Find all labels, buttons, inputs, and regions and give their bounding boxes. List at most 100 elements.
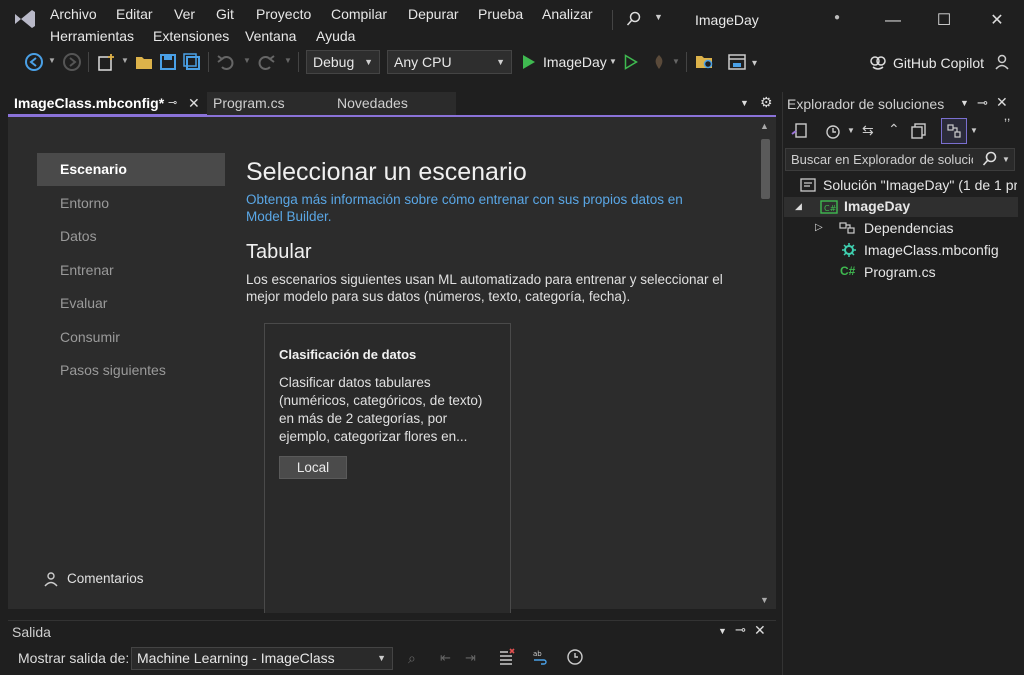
copilot-button[interactable]: GitHub Copilot [893, 55, 984, 71]
search-icon[interactable] [626, 11, 642, 27]
close-window-button[interactable]: ✕ [982, 8, 1012, 34]
more-options-icon[interactable]: ʼʼ [1004, 116, 1010, 132]
panel-options-icon[interactable]: ▼ [960, 98, 969, 108]
tree-program-cs[interactable]: Program.cs [864, 264, 936, 280]
new-dropdown-icon[interactable]: ▼ [121, 56, 129, 65]
scroll-up-icon[interactable]: ▲ [760, 121, 769, 131]
run-target-button[interactable]: ImageDay [543, 54, 607, 70]
expanded-triangle-icon[interactable]: ◢ [795, 201, 802, 212]
previous-message-icon[interactable]: ⇤ [440, 650, 451, 666]
chevron-down-icon: ▼ [364, 57, 373, 67]
configuration-select[interactable]: Debug ▼ [306, 50, 380, 74]
find-in-files-icon[interactable] [694, 52, 716, 72]
minimize-button[interactable]: — [878, 8, 908, 34]
run-target-dropdown-icon[interactable]: ▼ [609, 57, 617, 66]
close-panel-icon[interactable]: ✕ [996, 94, 1008, 111]
menu-git[interactable]: Git [216, 6, 234, 22]
tab-program-cs[interactable]: Program.cs [207, 92, 331, 116]
hot-reload-icon[interactable] [650, 53, 668, 71]
back-dropdown-icon[interactable]: ▼ [48, 56, 56, 65]
pending-dropdown-icon[interactable]: ▼ [847, 126, 855, 135]
nav-escenario[interactable]: Escenario [37, 153, 225, 186]
nav-entorno[interactable]: Entorno [37, 187, 225, 220]
layout-window-icon[interactable] [727, 52, 749, 72]
search-dropdown-icon[interactable]: ▼ [654, 12, 663, 22]
tree-dependencies[interactable]: Dependencias [864, 220, 954, 236]
menu-compilar[interactable]: Compilar [331, 6, 387, 22]
show-all-files-icon[interactable] [910, 122, 928, 140]
preview-selected-items-button[interactable] [941, 118, 967, 144]
timestamp-clock-icon[interactable] [566, 648, 584, 666]
pin-icon[interactable]: ⊸ [977, 95, 988, 111]
start-debugging-icon[interactable] [522, 54, 536, 70]
close-panel-icon[interactable]: ✕ [754, 622, 766, 639]
tree-solution[interactable]: Solución "ImageDay" (1 de 1 pr [823, 177, 1017, 193]
output-source-select[interactable]: Machine Learning - ImageClass ▼ [131, 647, 393, 670]
menu-analizar[interactable]: Analizar [542, 6, 593, 22]
copilot-icon[interactable] [869, 53, 887, 71]
redo-dropdown-icon[interactable]: ▼ [284, 56, 292, 65]
close-tab-icon[interactable]: ✕ [188, 92, 200, 114]
menu-prueba[interactable]: Prueba [478, 6, 523, 22]
menu-ventana[interactable]: Ventana [245, 28, 296, 44]
new-project-icon[interactable] [96, 52, 118, 72]
pin-icon[interactable]: ⊸ [168, 92, 177, 114]
feedback-person-icon[interactable] [994, 53, 1012, 71]
tree-project[interactable]: ImageDay [844, 198, 910, 214]
svg-text:ab: ab [533, 650, 542, 658]
pending-changes-icon[interactable] [824, 122, 842, 140]
gear-icon[interactable]: ⚙ [760, 94, 773, 111]
collapsed-triangle-icon[interactable]: ▷ [815, 222, 823, 233]
preview-dropdown-icon[interactable]: ▼ [970, 126, 978, 135]
word-wrap-icon[interactable]: ab [532, 648, 550, 666]
scrollbar-thumb[interactable] [761, 139, 770, 199]
undo-dropdown-icon[interactable]: ▼ [243, 56, 251, 65]
scroll-down-icon[interactable]: ▼ [760, 595, 769, 605]
tab-list-dropdown-icon[interactable]: ▼ [740, 98, 749, 108]
maximize-button[interactable]: ☐ [929, 8, 959, 34]
forward-nav-icon[interactable] [62, 52, 82, 72]
back-nav-icon[interactable] [24, 52, 44, 72]
save-all-icon[interactable] [182, 52, 202, 72]
panel-options-icon[interactable]: ▼ [718, 626, 727, 636]
search-options-icon[interactable]: ▼ [1002, 155, 1010, 164]
local-button[interactable]: Local [279, 456, 347, 479]
sync-icon[interactable]: ⇆ [862, 122, 874, 139]
menu-herramientas[interactable]: Herramientas [50, 28, 134, 44]
pin-icon[interactable]: ⊸ [735, 622, 746, 638]
nav-pasos-siguientes[interactable]: Pasos siguientes [37, 354, 225, 387]
menu-proyecto[interactable]: Proyecto [256, 6, 311, 22]
open-folder-icon[interactable] [134, 52, 154, 72]
menu-ayuda[interactable]: Ayuda [316, 28, 355, 44]
nav-evaluar[interactable]: Evaluar [37, 287, 225, 320]
search-icon[interactable] [982, 151, 998, 167]
platform-select[interactable]: Any CPU ▼ [387, 50, 512, 74]
nav-entrenar[interactable]: Entrenar [37, 254, 225, 287]
menu-archivo[interactable]: Archivo [50, 6, 97, 22]
learn-more-link[interactable]: Obtenga más información sobre cómo entre… [246, 191, 706, 225]
find-message-icon[interactable]: ⌕ [408, 650, 416, 667]
tree-imageclass-mbconfig[interactable]: ImageClass.mbconfig [864, 242, 999, 258]
redo-icon[interactable] [256, 52, 276, 72]
collapse-all-icon[interactable]: ⌃ [888, 121, 900, 138]
tab-novedades[interactable]: Novedades [331, 92, 456, 116]
tab-imageclass-mbconfig[interactable]: ImageClass.mbconfig* ⊸ ✕ [8, 92, 207, 116]
nav-consumir[interactable]: Consumir [37, 321, 225, 354]
menu-depurar[interactable]: Depurar [408, 6, 459, 22]
card-description-line: en más de 2 categorías, por [279, 411, 448, 426]
menu-editar[interactable]: Editar [116, 6, 153, 22]
hot-reload-dropdown-icon[interactable]: ▼ [672, 57, 680, 66]
next-message-icon[interactable]: ⇥ [465, 650, 476, 666]
switch-views-icon[interactable] [790, 122, 810, 140]
visual-studio-logo-icon[interactable] [12, 6, 38, 32]
vertical-scrollbar[interactable]: ▲ ▼ [756, 117, 776, 609]
comments-link[interactable]: Comentarios [67, 571, 144, 586]
menu-extensiones[interactable]: Extensiones [153, 28, 229, 44]
clear-all-icon[interactable] [498, 648, 516, 666]
start-without-debugging-icon[interactable] [624, 54, 638, 70]
nav-datos[interactable]: Datos [37, 220, 225, 253]
undo-icon[interactable] [216, 52, 236, 72]
toolbar-overflow-icon[interactable]: ▾ [752, 58, 757, 69]
menu-ver[interactable]: Ver [174, 6, 195, 22]
save-icon[interactable] [158, 52, 178, 72]
